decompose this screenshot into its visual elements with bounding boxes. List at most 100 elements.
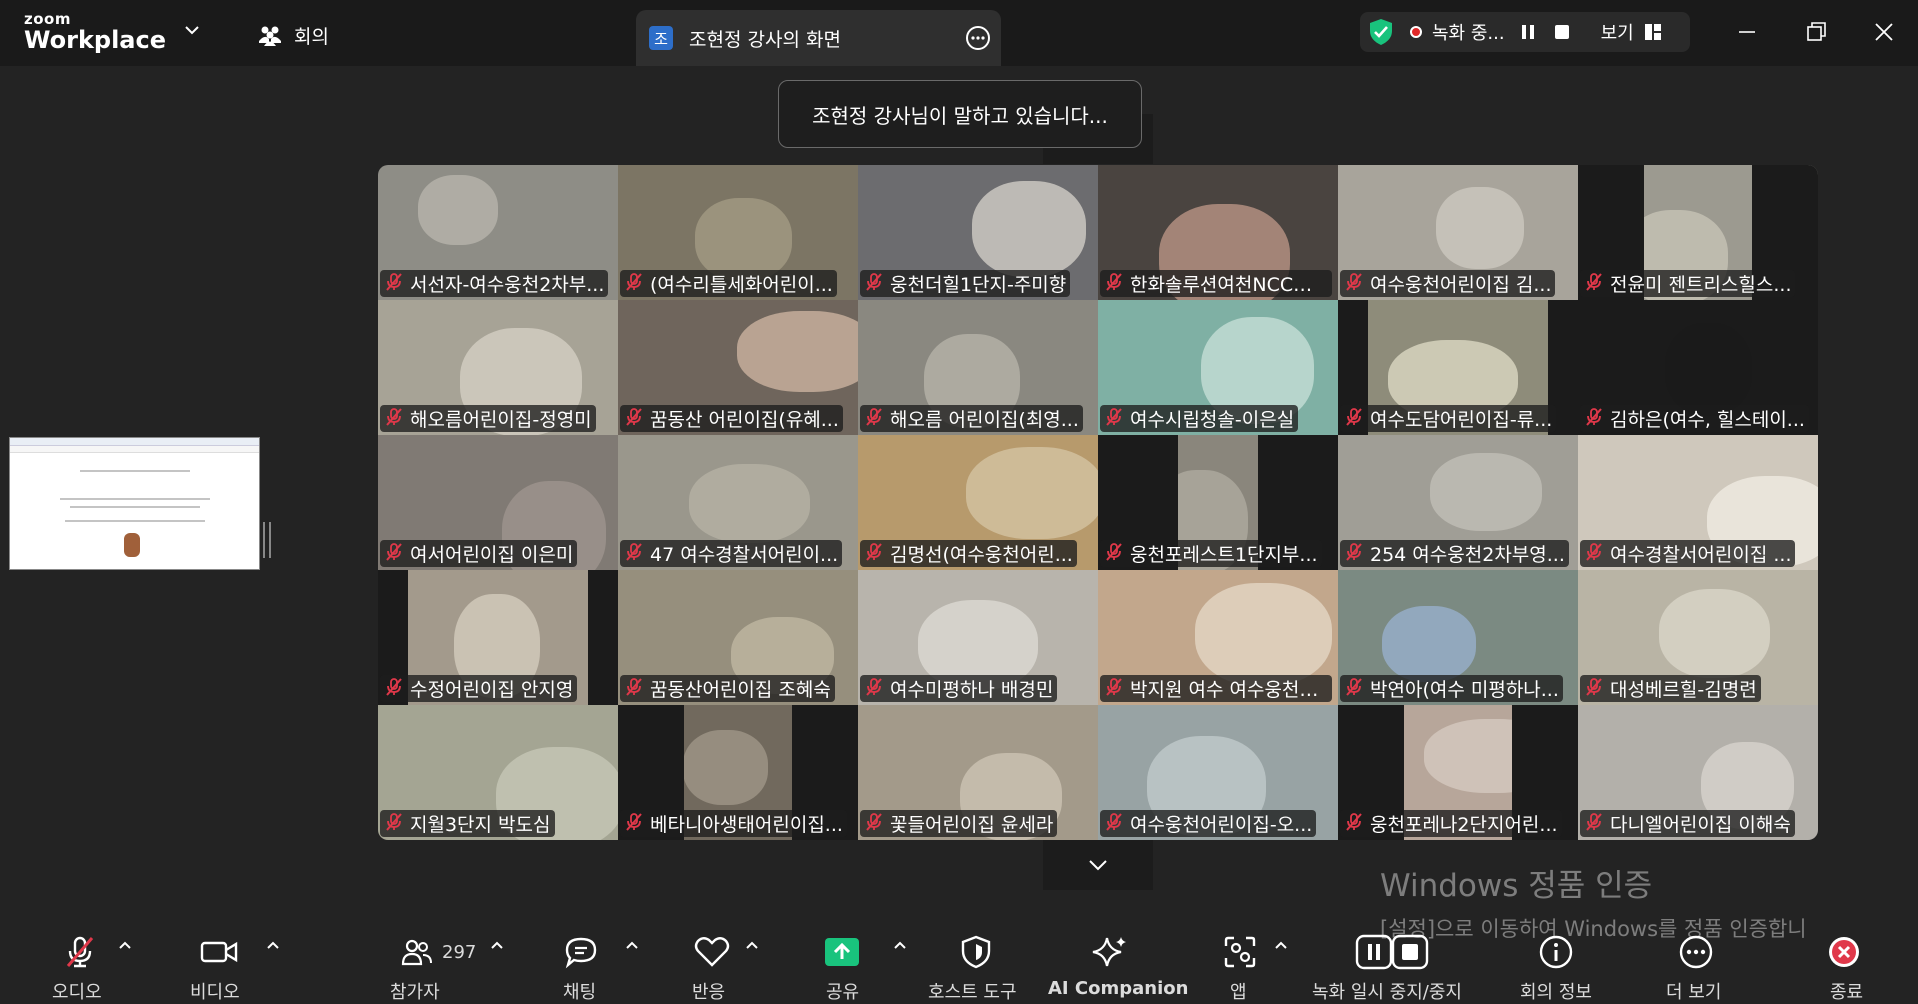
participant-video-tile[interactable]: 다니엘어린이집 이해숙: [1578, 705, 1818, 840]
participant-video-tile[interactable]: 대성베르힐-김명련: [1578, 570, 1818, 705]
participant-video-detail: [1659, 589, 1770, 678]
participant-video-tile[interactable]: 웅천더힐1단지-주미향: [858, 165, 1098, 300]
gallery-scroll-down-button[interactable]: [1043, 840, 1153, 890]
participant-video-tile[interactable]: 254 여수웅천2차부영...: [1338, 435, 1578, 570]
participant-name: 한화솔루션여천NCC공...: [1130, 274, 1328, 296]
apps-options-caret-icon[interactable]: [1274, 940, 1288, 950]
share-button[interactable]: 공유: [820, 918, 880, 1003]
video-camera-icon: [200, 941, 238, 963]
participant-video-tile[interactable]: 김명선(여수웅천어린...: [858, 435, 1098, 570]
chevron-down-icon[interactable]: [184, 24, 200, 36]
muted-mic-icon: [1584, 677, 1604, 701]
grid-view-icon[interactable]: [1644, 23, 1662, 41]
participant-name: 해오름어린이집-정영미: [410, 409, 592, 431]
more-label: 더 보기: [1666, 982, 1722, 1003]
muted-mic-icon: [384, 272, 404, 296]
thumbnail-resize-handle[interactable]: [263, 522, 271, 558]
participant-video-tile[interactable]: (여수리틀세화어린이...: [618, 165, 858, 300]
muted-mic-icon: [1584, 407, 1604, 431]
participant-video-tile[interactable]: 여수도담어린이집-류...: [1338, 300, 1578, 435]
chat-icon: [565, 937, 597, 969]
video-label: 비디오: [190, 982, 240, 1003]
participant-video-tile[interactable]: 해오름 어린이집(최영...: [858, 300, 1098, 435]
share-options-caret-icon[interactable]: [893, 940, 907, 950]
pause-icon: [1521, 25, 1534, 39]
more-options-icon[interactable]: [965, 25, 991, 51]
shared-screen-tab[interactable]: 조 조현정 강사의 화면: [636, 10, 1001, 66]
stop-recording-button[interactable]: [1551, 21, 1573, 43]
close-icon[interactable]: [1872, 20, 1896, 44]
security-shield-icon[interactable]: [1368, 18, 1394, 46]
participant-name: 베타니아생태어린이집...: [650, 814, 843, 836]
pause-stop-recording-icon: [1355, 934, 1429, 970]
participant-video-tile[interactable]: 수정어린이집 안지영: [378, 570, 618, 705]
end-meeting-button[interactable]: 종료: [1818, 918, 1878, 1003]
muted-mic-icon: [624, 542, 644, 566]
participant-name: 김명선(여수웅천어린...: [890, 544, 1073, 566]
host-tools-button[interactable]: 호스트 도구: [924, 918, 1028, 1003]
participant-name: 다니엘어린이집 이해숙: [1610, 814, 1791, 836]
more-icon: [1679, 935, 1713, 969]
record-pause-stop-button[interactable]: 녹화 일시 중지/중지: [1308, 918, 1474, 1003]
participants-group-icon: [259, 26, 281, 46]
video-options-caret-icon[interactable]: [266, 940, 280, 950]
restore-icon[interactable]: [1804, 20, 1828, 44]
participant-video-detail: [418, 175, 498, 245]
participant-video-tile[interactable]: 지월3단지 박도심: [378, 705, 618, 840]
participant-name-badge: 지월3단지 박도심: [380, 810, 555, 837]
participant-video-tile[interactable]: 여수경찰서어린이집 ...: [1578, 435, 1818, 570]
participants-button[interactable]: 297 참가자: [386, 918, 496, 1003]
muted-mic-icon: [864, 812, 884, 836]
participant-name: 꿈동산 어린이집(유혜...: [650, 409, 839, 431]
participant-video-tile[interactable]: 한화솔루션여천NCC공...: [1098, 165, 1338, 300]
muted-mic-icon: [1344, 407, 1364, 431]
meeting-menu[interactable]: 회의: [258, 22, 329, 49]
participant-video-tile[interactable]: 박연아(여수 미평하나...: [1338, 570, 1578, 705]
shared-screen-thumbnail[interactable]: [9, 437, 260, 570]
react-button[interactable]: 반응: [686, 918, 746, 1003]
audio-options-caret-icon[interactable]: [118, 940, 132, 950]
stop-icon: [1554, 25, 1569, 39]
end-meeting-icon: [1829, 937, 1859, 967]
participant-video-detail: [1665, 323, 1752, 416]
participants-options-caret-icon[interactable]: [490, 940, 504, 950]
view-button[interactable]: 보기: [1601, 19, 1634, 45]
participant-video-tile[interactable]: 여수웅천어린이집 김...: [1338, 165, 1578, 300]
participant-video-tile[interactable]: 여서어린이집 이은미: [378, 435, 618, 570]
pause-recording-button[interactable]: [1517, 21, 1539, 43]
video-button[interactable]: 비디오: [180, 918, 260, 1003]
participant-video-tile[interactable]: 서선자-여수웅천2차부...: [378, 165, 618, 300]
participant-video-tile[interactable]: 전윤미 젠트리스힐스...: [1578, 165, 1818, 300]
chat-button[interactable]: 채팅: [553, 918, 613, 1003]
participant-name: 꽃들어린이집 윤세라: [890, 814, 1054, 836]
participant-video-tile[interactable]: 웅천포레스트1단지부...: [1098, 435, 1338, 570]
minimize-icon[interactable]: [1735, 20, 1759, 44]
participant-video-tile[interactable]: 47 여수경찰서어린이...: [618, 435, 858, 570]
participant-video-tile[interactable]: 여수시립청솔-이은실: [1098, 300, 1338, 435]
more-button[interactable]: 더 보기: [1656, 918, 1736, 1003]
participant-name-badge: 여수시립청솔-이은실: [1100, 405, 1299, 432]
participant-video-tile[interactable]: 김하은(여수, 힐스테이...: [1578, 300, 1818, 435]
participant-video-tile[interactable]: 박지원 여수 여수웅천3...: [1098, 570, 1338, 705]
participant-video-tile[interactable]: 꿈동산어린이집 조혜숙: [618, 570, 858, 705]
chat-options-caret-icon[interactable]: [625, 940, 639, 950]
ai-companion-button[interactable]: AI Companion: [1046, 918, 1188, 1002]
react-options-caret-icon[interactable]: [745, 940, 759, 950]
participant-video-tile[interactable]: 베타니아생태어린이집...: [618, 705, 858, 840]
participant-video-tile[interactable]: 웅천포레나2단지어린...: [1338, 705, 1578, 840]
participant-video-detail: [1430, 453, 1542, 531]
participant-video-tile[interactable]: 여수미평하나 배경민: [858, 570, 1098, 705]
participant-video-tile[interactable]: 꿈동산 어린이집(유혜...: [618, 300, 858, 435]
participant-video-detail: [1382, 606, 1476, 682]
participant-video-tile[interactable]: 여수웅천어린이집-오...: [1098, 705, 1338, 840]
participant-video-tile[interactable]: 꽃들어린이집 윤세라: [858, 705, 1098, 840]
zoom-workplace-logo: zoom Workplace: [24, 12, 166, 53]
audio-button[interactable]: 오디오: [40, 918, 120, 1003]
apps-button[interactable]: 앱: [1218, 918, 1278, 1003]
muted-mic-icon: [864, 272, 884, 296]
participant-name-badge: 서선자-여수웅천2차부...: [380, 270, 609, 297]
chat-label: 채팅: [563, 982, 597, 1003]
participant-video-tile[interactable]: 해오름어린이집-정영미: [378, 300, 618, 435]
muted-mic-icon: [624, 407, 644, 431]
meeting-info-button[interactable]: 회의 정보: [1512, 918, 1602, 1003]
